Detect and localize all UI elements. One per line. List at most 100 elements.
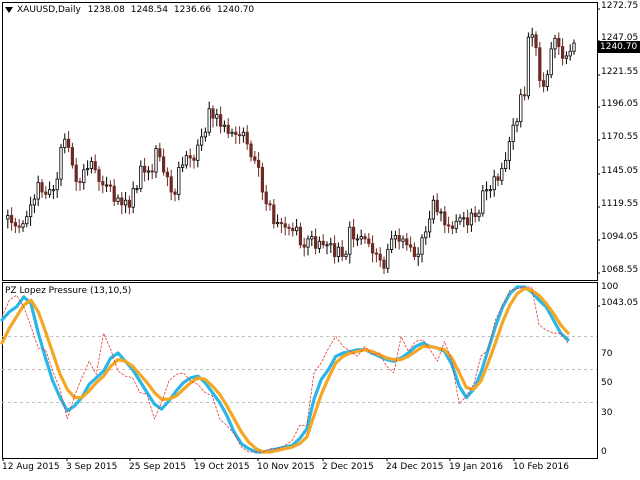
- candle: [180, 156, 185, 173]
- candle: [564, 51, 569, 65]
- candle: [446, 216, 451, 234]
- candle: [408, 236, 413, 252]
- candle: [116, 194, 120, 205]
- candle: [454, 214, 458, 234]
- candle: [275, 214, 280, 228]
- candle: [534, 31, 538, 56]
- candle: [348, 221, 352, 264]
- candle: [158, 142, 162, 162]
- time-tick-label: 24 Dec 2015: [386, 462, 444, 472]
- candle: [306, 235, 310, 256]
- candle: [48, 181, 52, 198]
- candle: [427, 210, 432, 238]
- candle: [397, 228, 401, 250]
- candle: [351, 219, 356, 248]
- candle: [370, 235, 375, 263]
- candle: [420, 234, 424, 263]
- time-tick-label: 19 Oct 2015: [194, 462, 250, 472]
- candle: [340, 240, 344, 262]
- candle: [264, 184, 268, 211]
- candle: [329, 237, 333, 254]
- candle: [131, 181, 135, 214]
- chart-canvas: [0, 2, 600, 461]
- ohlc-open: 1238.08: [87, 5, 125, 15]
- ohlc-low: 1236.66: [173, 5, 212, 15]
- candle: [13, 217, 17, 234]
- candle: [245, 125, 249, 150]
- indicator-title: PZ Lopez Pressure (13,10,5): [5, 286, 132, 296]
- candle: [199, 128, 204, 151]
- candle: [154, 145, 158, 178]
- candle: [294, 219, 299, 236]
- candle: [249, 140, 253, 162]
- candle: [530, 27, 534, 47]
- candle: [40, 179, 44, 198]
- time-tick-label: 10 Nov 2015: [257, 462, 315, 472]
- candle: [378, 247, 382, 268]
- indicator-tick-label: 70: [601, 349, 613, 359]
- candle: [291, 222, 295, 237]
- time-tick-label: 10 Feb 2016: [513, 462, 570, 472]
- candle: [177, 161, 181, 201]
- candle: [127, 195, 131, 215]
- candle: [538, 41, 542, 88]
- candle: [230, 128, 234, 137]
- candle: [215, 108, 219, 127]
- price-tick-label: 1170.55: [601, 132, 639, 142]
- candle: [496, 173, 500, 187]
- candle: [317, 236, 322, 254]
- candle: [21, 220, 25, 232]
- candle: [207, 101, 211, 136]
- candle: [112, 179, 116, 207]
- candle: [165, 167, 169, 187]
- candle: [36, 175, 40, 207]
- candle: [435, 193, 439, 216]
- symbol-timeframe: XAUUSD,Daily: [17, 5, 81, 15]
- candle: [572, 39, 576, 55]
- candle: [161, 148, 166, 176]
- triangle-down-icon[interactable]: [5, 7, 13, 13]
- candle: [17, 219, 21, 234]
- candle: [515, 118, 519, 133]
- candle: [325, 241, 329, 255]
- candle: [511, 118, 515, 150]
- candle: [458, 214, 462, 225]
- candle: [355, 234, 360, 246]
- time-tick-label: 25 Sep 2015: [129, 462, 187, 472]
- candle: [44, 186, 48, 200]
- candle: [450, 221, 455, 235]
- candle: [405, 233, 409, 251]
- candle: [557, 32, 561, 55]
- candle: [344, 250, 348, 261]
- ohlc-high: 1248.54: [130, 5, 168, 15]
- candle: [283, 216, 287, 236]
- price-tick-label: 1094.05: [601, 232, 639, 242]
- candle: [272, 199, 276, 229]
- candle: [237, 126, 242, 144]
- candle: [367, 233, 371, 248]
- candle: [59, 143, 63, 187]
- candle: [139, 160, 143, 193]
- candle: [74, 158, 78, 191]
- price-tick-label: 1043.05: [601, 298, 639, 308]
- price-tick-label: 1196.05: [601, 99, 639, 109]
- candle: [519, 88, 523, 128]
- price-tick-label: 1221.55: [601, 67, 639, 77]
- candle: [82, 163, 86, 190]
- time-tick-label: 3 Sep 2015: [66, 462, 118, 472]
- candle: [150, 163, 154, 180]
- candle: [431, 195, 436, 224]
- price-tick-label: 1068.55: [601, 265, 639, 275]
- candle: [105, 176, 109, 193]
- candle: [67, 131, 71, 153]
- indicator-tick-label: 0: [601, 447, 607, 457]
- candle: [545, 70, 550, 92]
- candle: [222, 120, 226, 133]
- candle: [416, 247, 420, 266]
- candle: [332, 235, 337, 264]
- candle: [218, 106, 223, 134]
- candle: [401, 235, 405, 249]
- candle: [561, 38, 565, 66]
- candle: [279, 217, 284, 234]
- candle: [310, 230, 314, 246]
